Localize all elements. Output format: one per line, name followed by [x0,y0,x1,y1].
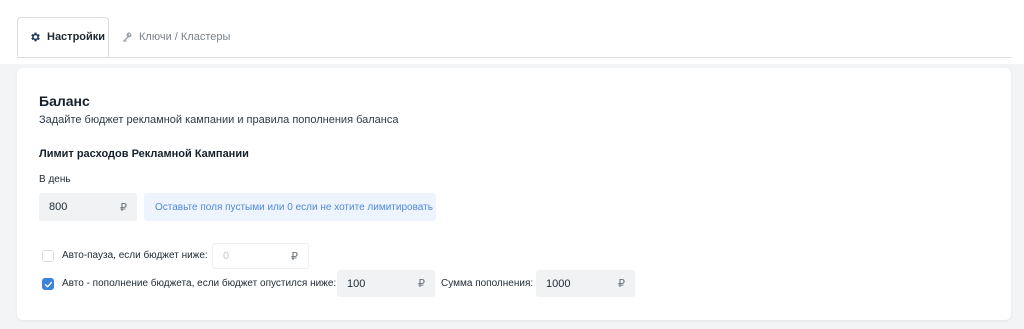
tab-bar: Настройки Ключи / Кластеры [17,17,1011,58]
tab-keys-clusters[interactable]: Ключи / Кластеры [121,17,230,57]
topup-amount-value: 1000 [546,277,571,290]
ruble-icon: ₽ [418,278,425,290]
tab-settings[interactable]: Настройки [17,17,109,57]
topup-threshold-input[interactable]: 100 ₽ [337,270,435,297]
tab-settings-label: Настройки [47,31,106,43]
ruble-icon: ₽ [120,201,127,214]
ruble-icon: ₽ [618,278,625,290]
section-description: Задайте бюджет рекламной кампании и прав… [39,114,399,126]
auto-pause-input[interactable]: 0 ₽ [212,243,309,269]
auto-pause-checkbox[interactable] [42,250,54,262]
auto-topup-checkbox[interactable] [42,278,54,290]
daily-limit-value: 800 [49,201,68,213]
section-heading: Баланс [39,93,90,109]
check-icon [44,281,52,287]
topup-threshold-value: 100 [347,277,366,290]
topup-amount-input[interactable]: 1000 ₽ [536,270,635,297]
gear-icon [29,31,41,43]
auto-pause-label: Авто-пауза, если бюджет ниже: [62,250,208,261]
tab-keys-clusters-label: Ключи / Кластеры [139,31,231,43]
auto-pause-placeholder: 0 [223,250,230,262]
per-day-label: В день [39,174,71,185]
limit-hint: Оставьте поля пустыми или 0 если не хоти… [144,193,436,221]
topup-amount-label: Сумма пополнения: [441,278,534,289]
key-icon [121,31,133,43]
daily-limit-input[interactable]: 800 ₽ [39,193,137,221]
ruble-icon: ₽ [291,250,298,263]
balance-card: Баланс Задайте бюджет рекламной кампании… [17,68,1011,320]
auto-topup-label: Авто - пополнение бюджета, если бюджет о… [62,278,337,289]
spending-limit-title: Лимит расходов Рекламной Кампании [39,148,249,160]
